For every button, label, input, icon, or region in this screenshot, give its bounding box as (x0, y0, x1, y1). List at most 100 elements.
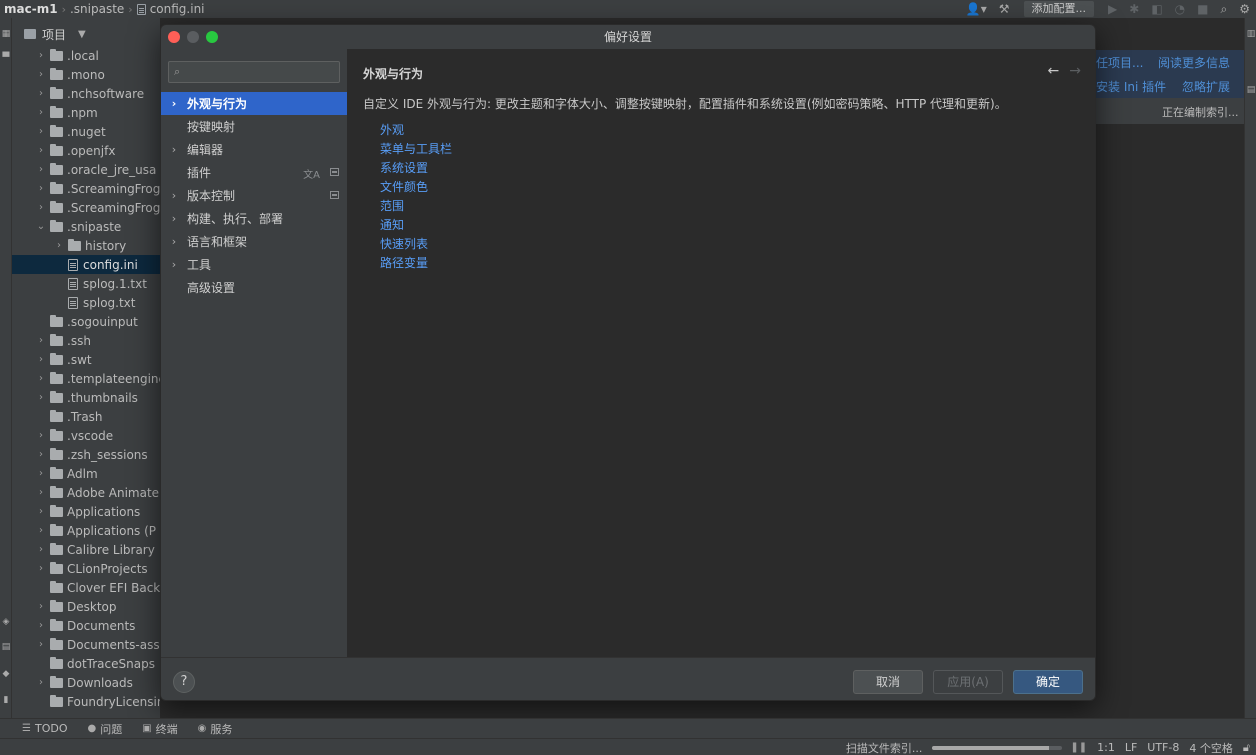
file-encoding[interactable]: UTF-8 (1147, 741, 1179, 754)
settings-search-input[interactable] (191, 64, 336, 80)
chevron-right-icon[interactable]: › (54, 240, 64, 251)
window-zoom-button[interactable] (206, 31, 218, 43)
tree-row[interactable]: .Trash (12, 407, 160, 426)
settings-link[interactable]: 通知 (380, 216, 452, 235)
chevron-right-icon[interactable]: › (36, 183, 46, 194)
chevron-right-icon[interactable]: › (36, 601, 46, 612)
tree-row[interactable]: › Downloads (12, 673, 160, 692)
tree-row[interactable]: › Applications (12, 502, 160, 521)
tree-row[interactable]: › .npm (12, 103, 160, 122)
breadcrumb-file[interactable]: config.ini (150, 2, 205, 16)
gear-icon[interactable]: ⚙ (1239, 2, 1250, 16)
settings-link[interactable]: 外观 (380, 121, 452, 140)
chevron-right-icon[interactable]: › (36, 506, 46, 517)
settings-search-box[interactable]: ⌕ (168, 61, 340, 83)
install-ini-plugin-link[interactable]: 安装 Ini 插件 (1096, 78, 1166, 95)
chevron-right-icon[interactable]: › (36, 525, 46, 536)
window-minimize-button[interactable] (187, 31, 199, 43)
read-more-link[interactable]: 阅读更多信息 (1158, 54, 1230, 71)
run-config-button[interactable]: 添加配置... (1023, 1, 1095, 17)
tree-row[interactable]: .sogouinput (12, 312, 160, 331)
settings-link[interactable]: 路径变量 (380, 254, 452, 273)
settings-nav-item[interactable]: › 编辑器 (161, 138, 347, 161)
apply-button[interactable]: 应用(A) (933, 670, 1003, 694)
tree-row[interactable]: › Calibre Library (12, 540, 160, 559)
tree-row[interactable]: Clover EFI Back (12, 578, 160, 597)
chevron-right-icon[interactable]: › (36, 544, 46, 555)
line-separator[interactable]: LF (1125, 741, 1137, 754)
cancel-button[interactable]: 取消 (853, 670, 923, 694)
problems-tool-button[interactable]: ● 问题 (87, 721, 122, 737)
stop-icon[interactable]: ■ (1197, 2, 1208, 16)
tree-row[interactable]: › history (12, 236, 160, 255)
ok-button[interactable]: 确定 (1013, 670, 1083, 694)
settings-nav-item[interactable]: 按键映射 (161, 115, 347, 138)
chevron-right-icon[interactable]: › (36, 88, 46, 99)
tree-row[interactable]: › .local (12, 46, 160, 65)
chevron-right-icon[interactable]: › (36, 677, 46, 688)
settings-link[interactable]: 菜单与工具栏 (380, 140, 452, 159)
help-button[interactable]: ? (173, 671, 195, 693)
chevron-right-icon[interactable]: › (36, 468, 46, 479)
back-arrow-icon[interactable]: ← (1048, 63, 1060, 79)
tree-row[interactable]: splog.txt (12, 293, 160, 312)
run-icon[interactable]: ▶ (1108, 2, 1117, 16)
chevron-right-icon[interactable]: › (36, 639, 46, 650)
hammer-icon[interactable]: ⚒ (999, 2, 1010, 16)
lock-icon[interactable]: 🔓︎ (1243, 741, 1250, 755)
chevron-right-icon[interactable]: › (36, 69, 46, 80)
chevron-down-icon[interactable]: ⌄ (36, 221, 46, 232)
tree-row[interactable]: › Adobe Animate (12, 483, 160, 502)
settings-nav-item[interactable]: › 语言和框架 (161, 230, 347, 253)
tree-row[interactable]: › .openjfx (12, 141, 160, 160)
tree-row[interactable]: › .ssh (12, 331, 160, 350)
tree-row[interactable]: › CLionProjects (12, 559, 160, 578)
chevron-right-icon[interactable]: › (36, 354, 46, 365)
chevron-right-icon[interactable]: › (36, 563, 46, 574)
settings-nav-item[interactable]: › 工具 (161, 253, 347, 276)
settings-link[interactable]: 范围 (380, 197, 452, 216)
settings-nav-item[interactable]: › 版本控制 (161, 184, 347, 207)
tree-row[interactable]: › .ScreamingFrog (12, 179, 160, 198)
forward-arrow-icon[interactable]: → (1069, 63, 1081, 79)
bookmark-icon[interactable]: ▮ (1, 696, 11, 705)
project-tool-icon[interactable]: ▦ (1, 30, 11, 39)
tree-row[interactable]: splog.1.txt (12, 274, 160, 293)
caret-position[interactable]: 1:1 (1097, 741, 1115, 754)
notifications-tool-icon[interactable]: ▥ (1246, 30, 1256, 39)
indent-setting[interactable]: 4 个空格 (1189, 740, 1233, 755)
chevron-right-icon[interactable]: › (36, 107, 46, 118)
tree-row[interactable]: › .ScreamingFrog (12, 198, 160, 217)
tree-row[interactable]: ⌄ .snipaste (12, 217, 160, 236)
chevron-right-icon[interactable]: › (36, 449, 46, 460)
breadcrumb-folder[interactable]: .snipaste (70, 2, 124, 16)
chevron-right-icon[interactable]: › (36, 392, 46, 403)
tree-row[interactable]: › Documents (12, 616, 160, 635)
settings-link[interactable]: 快速列表 (380, 235, 452, 254)
trust-project-link[interactable]: 任项目... (1096, 54, 1143, 71)
chevron-right-icon[interactable]: › (36, 430, 46, 441)
chevron-right-icon[interactable]: › (36, 620, 46, 631)
settings-link[interactable]: 系统设置 (380, 159, 452, 178)
scanning-status[interactable]: 扫描文件索引... (846, 740, 923, 755)
chevron-right-icon[interactable]: › (36, 335, 46, 346)
tree-row[interactable]: › .nchsoftware (12, 84, 160, 103)
tree-row[interactable]: › Applications (P (12, 521, 160, 540)
terminal-tool-button[interactable]: ▣ 终端 (142, 721, 177, 737)
tree-row[interactable]: › Desktop (12, 597, 160, 616)
structure-tool-icon[interactable]: ▤ (1, 643, 11, 652)
debug-icon[interactable]: ✱ (1129, 2, 1139, 16)
services-tool-button[interactable]: ◉ 服务 (198, 721, 233, 737)
pause-icon[interactable]: ❚❚ (1070, 742, 1087, 753)
bookmarks-tool-icon[interactable]: ◈ (1, 618, 11, 627)
tree-row[interactable]: FoundryLicensing (12, 692, 160, 711)
tree-row[interactable]: › .nuget (12, 122, 160, 141)
coverage-icon[interactable]: ◧ (1151, 2, 1162, 16)
window-close-button[interactable] (168, 31, 180, 43)
tree-row[interactable]: › Documents-ass (12, 635, 160, 654)
user-icon[interactable]: 👤▾ (966, 2, 987, 16)
settings-nav-item[interactable]: 高级设置 (161, 276, 347, 299)
ignore-extension-link[interactable]: 忽略扩展 (1182, 78, 1230, 95)
tree-row[interactable]: › .zsh_sessions (12, 445, 160, 464)
profile-icon[interactable]: ◔ (1175, 2, 1185, 16)
